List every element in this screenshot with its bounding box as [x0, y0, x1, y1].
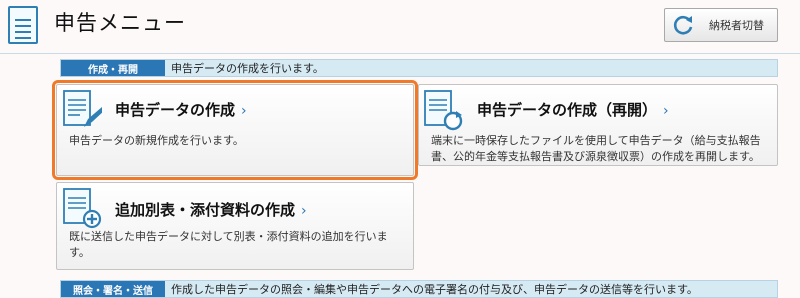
card-description: 端末に一時保存したファイルを使用して申告データ（給与支払報告 書、公的年金等支払…: [431, 134, 761, 163]
header-divider: [0, 53, 800, 54]
section-tag: 作成・再開: [61, 60, 165, 76]
document-pen-icon: [63, 90, 102, 127]
switch-taxpayer-button[interactable]: 納税者切替: [664, 8, 778, 42]
section-description: 申告データの作成を行います。: [171, 62, 324, 75]
refresh-icon: [673, 15, 693, 35]
card-title: 申告データの作成（再開） ›: [477, 101, 669, 119]
card-description: 既に送信した申告データに対して別表・添付資料の追加を行いま す。: [69, 230, 388, 259]
chevron-right-icon: ›: [663, 103, 669, 119]
section-description: 作成した申告データの照会・編集や申告データへの電子署名の付与及び、申告データの送…: [171, 283, 698, 296]
add-attachment-card[interactable]: 追加別表・添付資料の作成 › 既に送信した申告データに対して別表・添付資料の追加を…: [56, 182, 414, 270]
chevron-right-icon: ›: [301, 203, 307, 219]
menu-document-icon: [8, 6, 38, 44]
card-title: 申告データの作成 ›: [115, 101, 247, 119]
resume-data-card[interactable]: 申告データの作成（再開） › 端末に一時保存したファイルを使用して申告データ（給与…: [418, 84, 778, 166]
page-title: 申告メニュー: [54, 11, 186, 35]
card-description: 申告データの新規作成を行います。: [69, 134, 244, 147]
card-title: 追加別表・添付資料の作成 ›: [115, 201, 307, 219]
document-refresh-icon: [424, 90, 463, 131]
section-bar-create-resume: 作成・再開 申告データの作成を行います。: [60, 59, 778, 77]
section-bar-inquiry-sign-send: 照会・署名・送信 作成した申告データの照会・編集や申告データへの電子署名の付与及…: [60, 280, 778, 298]
chevron-right-icon: ›: [241, 103, 247, 119]
switch-taxpayer-label: 納税者切替: [709, 19, 764, 32]
section-tag: 照会・署名・送信: [61, 281, 165, 297]
create-new-data-card[interactable]: 申告データの作成 › 申告データの新規作成を行います。: [52, 80, 418, 180]
document-add-icon: [63, 188, 102, 229]
